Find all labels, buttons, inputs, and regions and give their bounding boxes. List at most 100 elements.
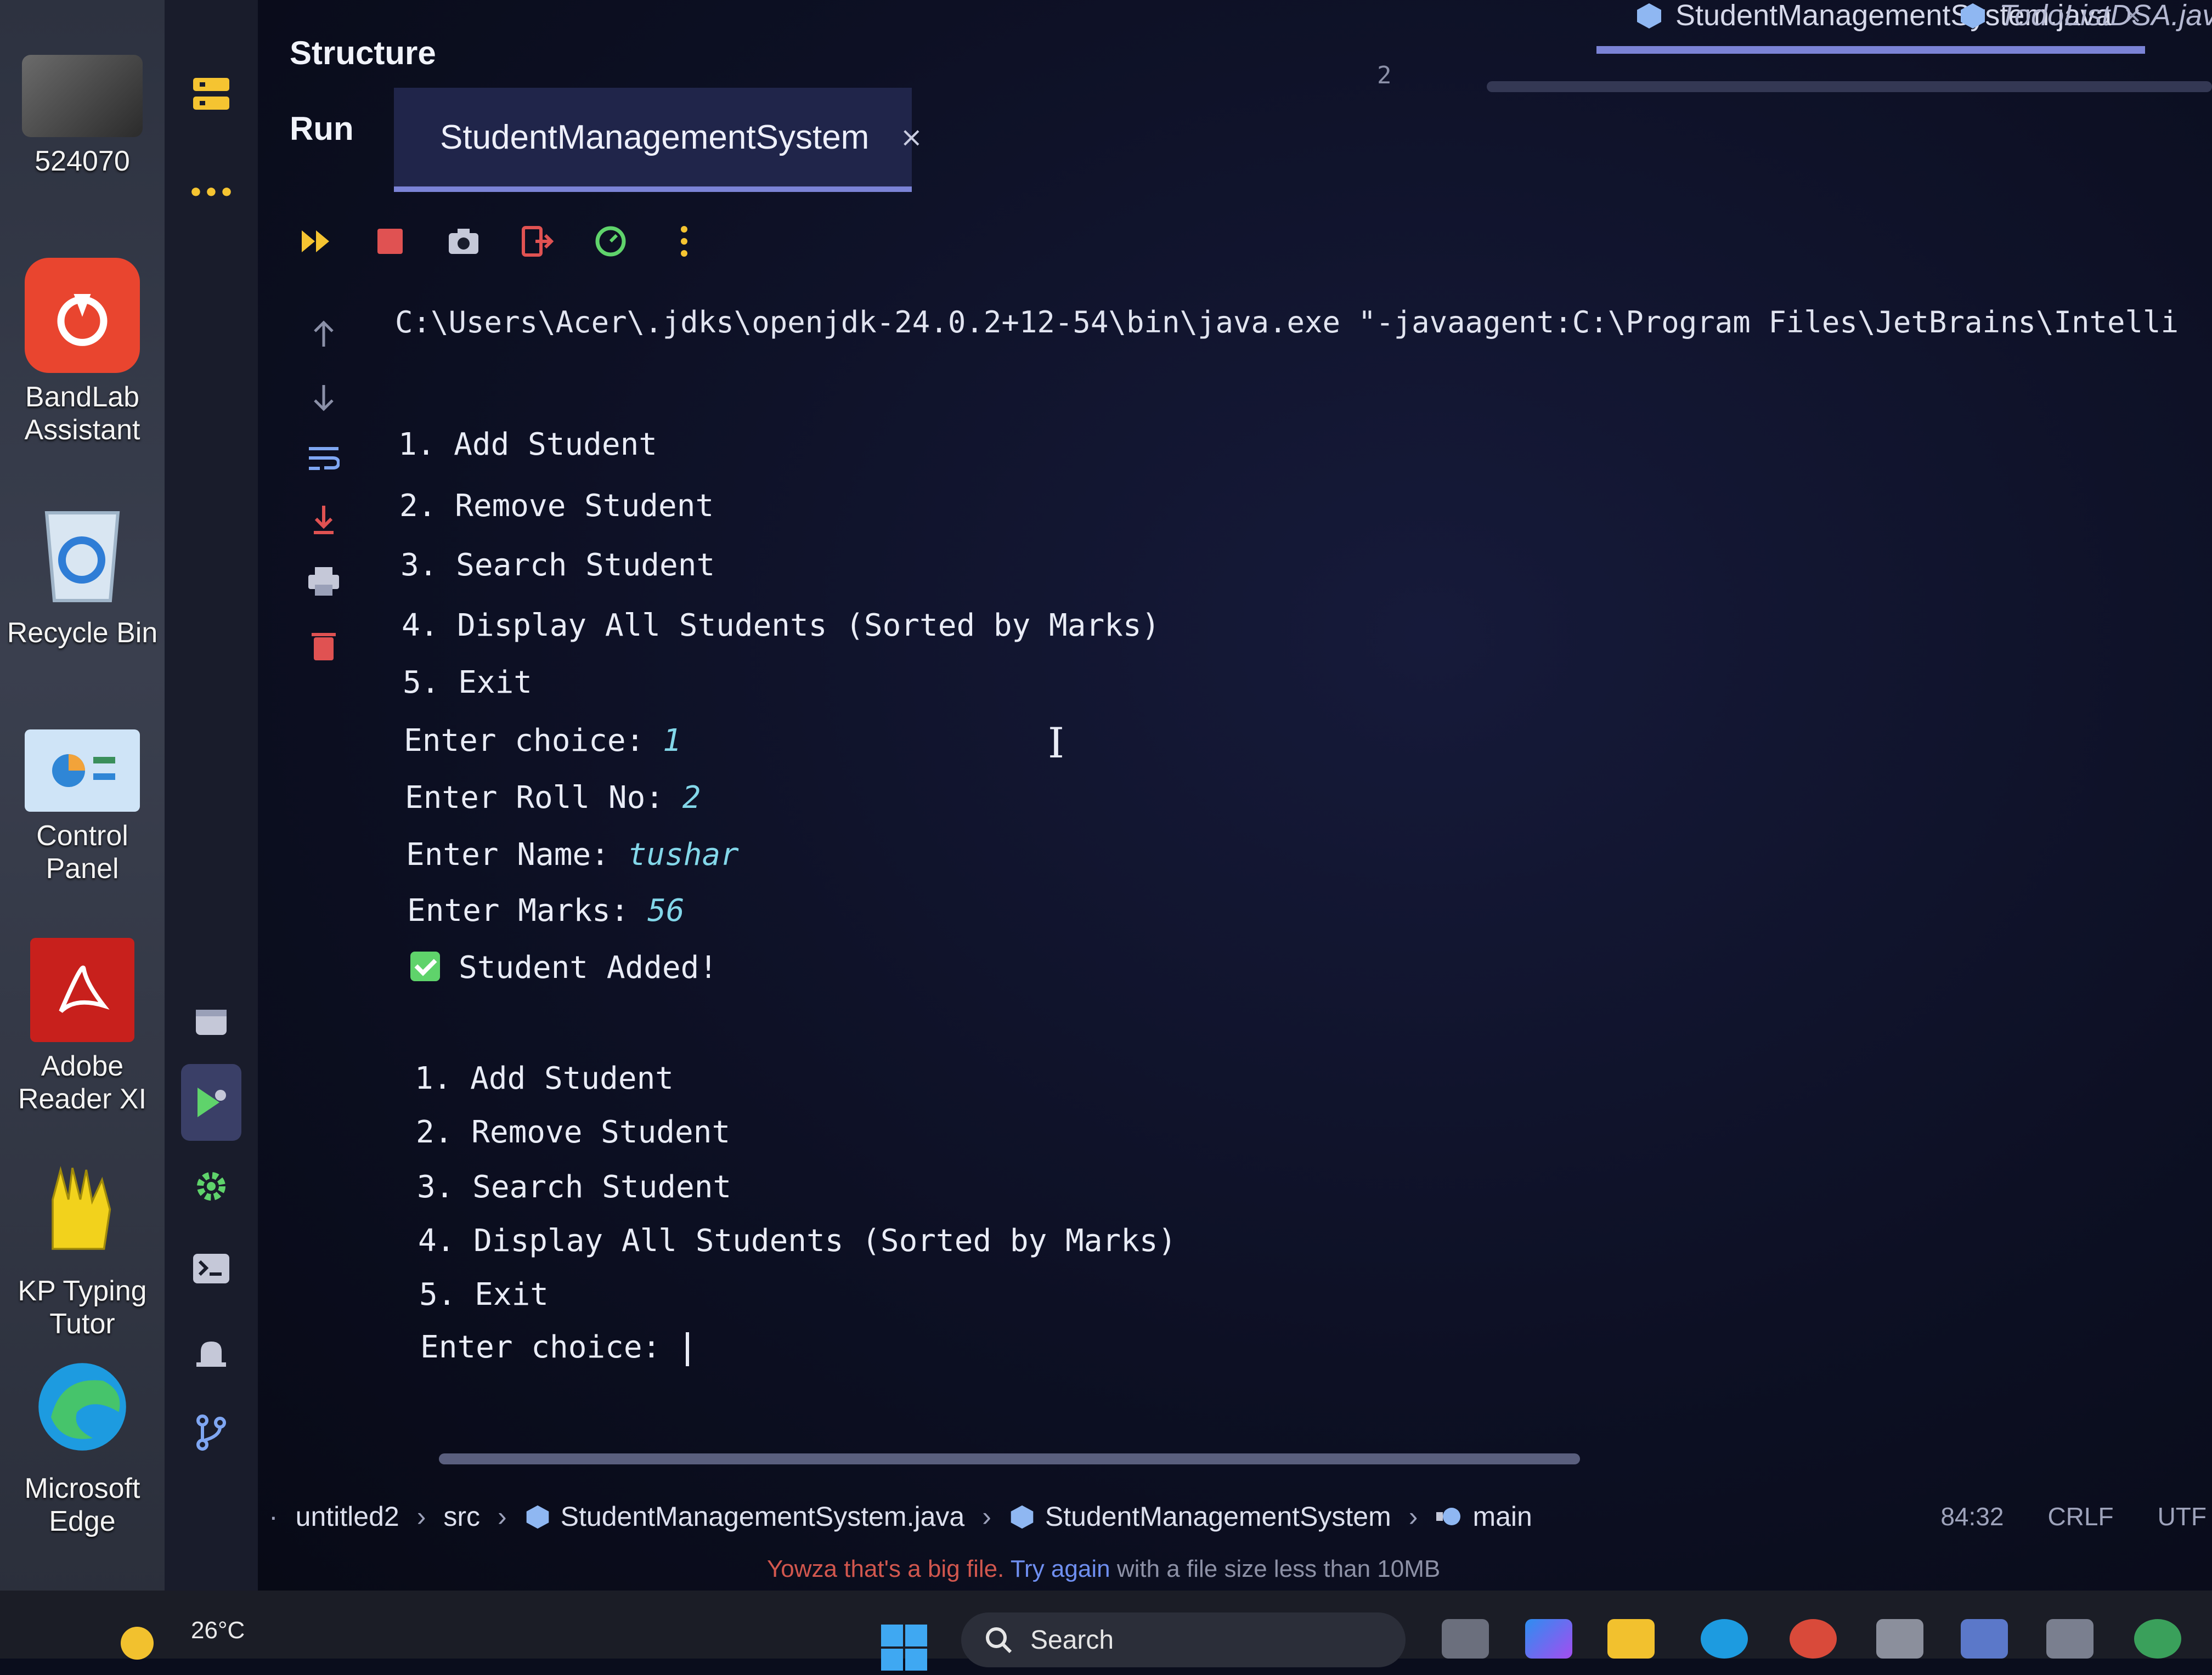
search-icon — [986, 1627, 1012, 1654]
line-ending[interactable]: CRLF — [2047, 1502, 2113, 1531]
git-branch-icon — [196, 1414, 226, 1451]
user-input: tushar — [628, 837, 739, 873]
camera-icon — [449, 229, 478, 254]
search-label: Search — [1030, 1625, 1114, 1655]
desktop-icon-column: 524070 BandLab Assistant Recycle Bin Con… — [0, 0, 165, 1659]
run-tab-label: StudentManagementSystem — [440, 118, 870, 156]
start-button[interactable] — [879, 1622, 929, 1673]
desktop-icon-recycle-bin[interactable]: Recycle Bin — [0, 494, 165, 649]
desktop-icon-label: Microsoft Edge — [24, 1473, 140, 1537]
printer-icon — [308, 567, 339, 596]
run-tool-button[interactable] — [181, 1064, 241, 1141]
editor-tab-todolist[interactable]: TodoListDSA.java — [1959, 0, 2212, 37]
kebab-menu-icon — [681, 226, 687, 257]
desktop-icon-edge[interactable]: Microsoft Edge — [0, 1349, 165, 1538]
breadcrumb: · untitled2 › src › StudentManagementSys… — [258, 1481, 2212, 1552]
editor-scrollbar[interactable] — [1487, 81, 2212, 92]
edge-icon — [25, 1349, 140, 1464]
soft-wrap-button[interactable] — [302, 437, 346, 480]
screenshot-button[interactable] — [444, 222, 483, 261]
profiler-button[interactable] — [591, 222, 630, 261]
bandlab-icon — [25, 258, 140, 373]
run-icon — [198, 1088, 226, 1117]
taskbar-app-edge-icon[interactable] — [1701, 1619, 1748, 1659]
taskbar-app-icon[interactable] — [1876, 1619, 1923, 1659]
breadcrumb-method[interactable]: main — [1435, 1501, 1532, 1532]
close-icon[interactable]: × — [900, 121, 923, 153]
chevron-right-icon: › — [498, 1501, 507, 1532]
breadcrumb-class[interactable]: StudentManagementSystem — [1009, 1501, 1391, 1532]
prompt-text: Enter Roll No: — [405, 780, 682, 816]
try-again-link[interactable]: Try again — [1011, 1555, 1110, 1582]
structure-tool-button[interactable] — [188, 70, 235, 117]
success-text: Student Added! — [459, 950, 718, 986]
scroll-up-button[interactable] — [302, 313, 346, 356]
arrow-up-icon — [314, 320, 334, 347]
rerun-button[interactable] — [297, 222, 336, 261]
cursor-position[interactable]: 84:32 — [1940, 1502, 2004, 1531]
desktop-icon-photo-group[interactable]: 524070 — [0, 55, 165, 178]
file-encoding[interactable]: UTF — [2158, 1502, 2207, 1531]
breadcrumb-project[interactable]: untitled2 — [296, 1501, 399, 1532]
scroll-down-button[interactable] — [302, 375, 346, 419]
more-options-button[interactable] — [665, 222, 703, 261]
windows-logo-icon — [881, 1625, 927, 1671]
breadcrumb-src[interactable]: src — [443, 1501, 480, 1532]
chevron-right-icon: › — [1408, 1501, 1418, 1532]
console-horizontal-scrollbar[interactable] — [439, 1453, 1580, 1464]
desktop-icon-control-panel[interactable]: Control Panel — [0, 729, 165, 885]
git-tool-button[interactable] — [188, 1410, 235, 1457]
taskbar-app-copilot-icon[interactable] — [1525, 1619, 1572, 1659]
weather-temperature[interactable]: 26°C — [191, 1617, 245, 1644]
console-menu-line: 1. Add Student — [415, 1061, 674, 1096]
control-panel-icon — [25, 729, 140, 812]
breadcrumb-file[interactable]: StudentManagementSystem.java — [524, 1501, 964, 1532]
console-prompt-line: Enter Roll No: 2 — [405, 780, 701, 816]
run-config-tab[interactable]: StudentManagementSystem × — [394, 88, 923, 192]
console-output[interactable]: C:\Users\Acer\.jdks\openjdk-24.0.2+12-54… — [395, 305, 2205, 1435]
soft-wrap-icon — [309, 447, 340, 470]
desktop-icon-kp-typing[interactable]: KP Typing Tutor — [0, 1152, 165, 1340]
desktop-icon-adobe-reader[interactable]: Adobe Reader XI — [0, 938, 165, 1116]
prompt-text: Enter choice: — [404, 723, 663, 759]
taskbar-app-icon[interactable] — [1961, 1619, 2008, 1659]
problems-tool-button[interactable] — [188, 1327, 235, 1374]
more-tools-button[interactable]: ••• — [188, 169, 235, 216]
taskbar-app-file-explorer-icon[interactable] — [1442, 1619, 1489, 1659]
rerun-icon — [302, 230, 329, 252]
prompt-text: Enter Name: — [406, 837, 628, 873]
desktop-icon-bandlab[interactable]: BandLab Assistant — [0, 258, 165, 446]
print-button[interactable] — [302, 559, 346, 603]
console-prompt-line: Enter Marks: 56 — [407, 893, 685, 929]
arrow-down-icon — [314, 385, 334, 411]
breadcrumb-label: StudentManagementSystem — [1045, 1501, 1391, 1532]
check-mark-icon — [410, 951, 440, 981]
console-menu-line: 2. Remove Student — [399, 488, 714, 524]
ide-tool-strip: ••• — [165, 0, 258, 1591]
alarm-icon — [196, 1342, 226, 1367]
desktop-icon-label: Adobe Reader XI — [18, 1050, 147, 1115]
notification-message: Yowza that's a big file. Try again with … — [767, 1555, 1440, 1583]
terminal-tool-button[interactable] — [188, 1245, 235, 1292]
gear-icon — [197, 1172, 225, 1201]
taskbar-app-icon[interactable] — [2046, 1619, 2094, 1659]
scroll-to-end-button[interactable] — [302, 498, 346, 542]
taskbar-app-chrome-icon[interactable] — [1790, 1619, 1837, 1659]
taskbar-app-folder-icon[interactable] — [1607, 1619, 1655, 1659]
console-command-line: C:\Users\Acer\.jdks\openjdk-24.0.2+12-54… — [395, 305, 2179, 339]
services-tool-button[interactable] — [188, 998, 235, 1045]
taskbar-app-whatsapp-icon[interactable] — [2134, 1619, 2181, 1659]
taskbar-search-box[interactable]: Search — [961, 1612, 1406, 1667]
adobe-reader-icon — [30, 938, 134, 1042]
clear-console-button[interactable] — [302, 623, 346, 667]
editor-tab-label: TodoListDSA.java — [1999, 0, 2212, 32]
terminal-icon — [193, 1254, 229, 1283]
exit-button[interactable] — [518, 222, 556, 261]
java-class-icon — [526, 1505, 549, 1529]
console-menu-line: 2. Remove Student — [416, 1114, 731, 1150]
settings-tool-button[interactable] — [188, 1163, 235, 1210]
desktop-icon-label: KP Typing Tutor — [18, 1275, 147, 1340]
stop-button[interactable] — [371, 222, 409, 261]
breadcrumb-label: untitled2 — [295, 1501, 399, 1532]
structure-icon — [193, 78, 229, 110]
